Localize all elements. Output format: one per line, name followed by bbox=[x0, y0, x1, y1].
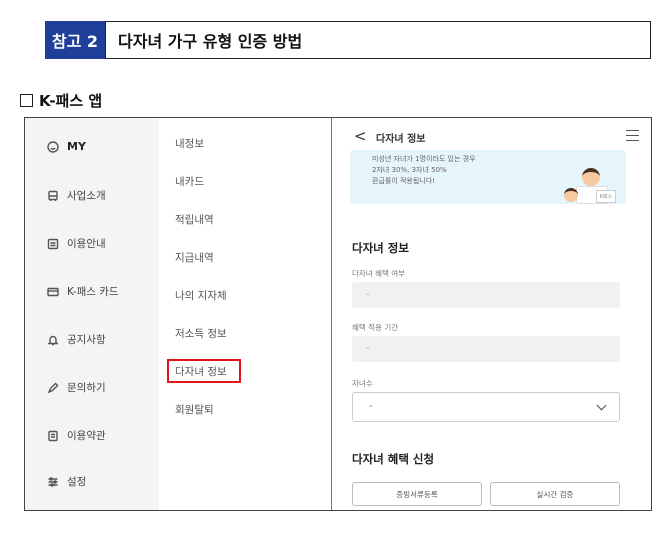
children-count-select[interactable]: - bbox=[352, 392, 620, 422]
reference-badge: 참고 2 bbox=[45, 21, 105, 59]
app-screenshot: MY 사업소개 이용안내 K-패스 카드 공지사항 문의하기 이용약관 설정 내… bbox=[24, 117, 652, 511]
bus-icon bbox=[48, 190, 58, 201]
nav-label: K-패스 카드 bbox=[67, 286, 119, 298]
back-icon[interactable]: < bbox=[354, 127, 367, 145]
nav-item-card[interactable]: K-패스 카드 bbox=[47, 284, 119, 299]
realtime-verify-button[interactable]: 실시간 검증 bbox=[490, 482, 620, 506]
nav-label: 문의하기 bbox=[67, 382, 106, 394]
detail-panel: < 다자녀 정보 미성년 자녀가 1명이라도 있는 경우 2자녀 30%, 3자… bbox=[331, 118, 651, 510]
benefit-period-field: - bbox=[352, 336, 620, 362]
nav-item-settings[interactable]: 설정 bbox=[47, 474, 86, 489]
smile-icon bbox=[47, 140, 59, 153]
bell-icon bbox=[47, 335, 59, 345]
pen-icon bbox=[47, 382, 59, 393]
info-banner: 미성년 자녀가 1명이라도 있는 경우 2자녀 30%, 3자녀 50% 환급률… bbox=[350, 150, 626, 204]
hamburger-menu-icon[interactable] bbox=[626, 130, 639, 141]
submenu-item-low-income[interactable]: 저소득 정보 bbox=[175, 326, 227, 341]
banner-line: 미성년 자녀가 1명이라도 있는 경우 bbox=[372, 155, 476, 163]
children-count-label: 자녀수 bbox=[352, 379, 373, 388]
guide-icon bbox=[47, 238, 59, 249]
children-count-value: - bbox=[369, 401, 373, 412]
card-icon bbox=[47, 287, 59, 296]
submenu-item-multi-child[interactable]: 다자녀 정보 bbox=[175, 364, 227, 379]
nav-label: 설정 bbox=[67, 476, 87, 488]
nav-label: MY bbox=[67, 140, 86, 153]
nav-item-terms[interactable]: 이용약관 bbox=[47, 428, 106, 443]
nav-label: 공지사항 bbox=[67, 334, 106, 346]
document-icon bbox=[48, 430, 58, 441]
chevron-down-icon bbox=[596, 400, 607, 411]
nav-item-my[interactable]: MY bbox=[47, 140, 86, 153]
nav-item-notice[interactable]: 공지사항 bbox=[47, 332, 106, 347]
nav-item-business[interactable]: 사업소개 bbox=[47, 188, 106, 203]
section-title: K-패스 앱 bbox=[39, 92, 103, 110]
banner-line: 2자녀 30%, 3자녀 50% bbox=[372, 166, 447, 174]
nav-item-inquiry[interactable]: 문의하기 bbox=[47, 380, 106, 395]
submenu-item-withdraw[interactable]: 회원탈퇴 bbox=[175, 402, 214, 417]
benefit-status-label: 다자녀 혜택 여부 bbox=[352, 269, 406, 278]
nav-label: 이용약관 bbox=[67, 430, 106, 442]
banner-line: 환급률이 적용됩니다! bbox=[372, 177, 435, 185]
submenu-item-my-region[interactable]: 나의 지자체 bbox=[175, 288, 227, 303]
multi-child-info-title: 다자녀 정보 bbox=[352, 241, 409, 255]
section-heading: K-패스 앱 bbox=[20, 90, 102, 111]
detail-topbar: < 다자녀 정보 bbox=[332, 118, 651, 152]
mascot-adult-icon bbox=[582, 168, 600, 186]
benefit-status-field: - bbox=[352, 282, 620, 308]
benefit-apply-title: 다자녀 혜택 신청 bbox=[352, 452, 435, 466]
nav-label: 사업소개 bbox=[67, 190, 106, 202]
upload-documents-button[interactable]: 증빙서류등록 bbox=[352, 482, 482, 506]
nav-label: 이용안내 bbox=[67, 238, 106, 250]
detail-title: 다자녀 정보 bbox=[376, 134, 426, 145]
sub-menu: 내정보 내카드 적립내역 지급내역 나의 지자체 저소득 정보 다자녀 정보 회… bbox=[159, 118, 331, 510]
page-title: 다자녀 가구 유형 인증 방법 bbox=[105, 21, 651, 59]
submenu-item-my-info[interactable]: 내정보 bbox=[175, 136, 204, 151]
submenu-item-points[interactable]: 적립내역 bbox=[175, 212, 214, 227]
settings-icon bbox=[48, 476, 58, 487]
mascot-child-icon bbox=[564, 188, 578, 202]
submenu-item-my-card[interactable]: 내카드 bbox=[175, 174, 204, 189]
benefit-period-label: 혜택 적용 기간 bbox=[352, 323, 399, 332]
main-nav: MY 사업소개 이용안내 K-패스 카드 공지사항 문의하기 이용약관 설정 bbox=[25, 118, 159, 510]
checkbox-square-icon bbox=[20, 94, 33, 107]
nav-item-guide[interactable]: 이용안내 bbox=[47, 236, 106, 251]
submenu-item-payments[interactable]: 지급내역 bbox=[175, 250, 214, 265]
banner-card-icon: K패스 bbox=[596, 190, 616, 203]
